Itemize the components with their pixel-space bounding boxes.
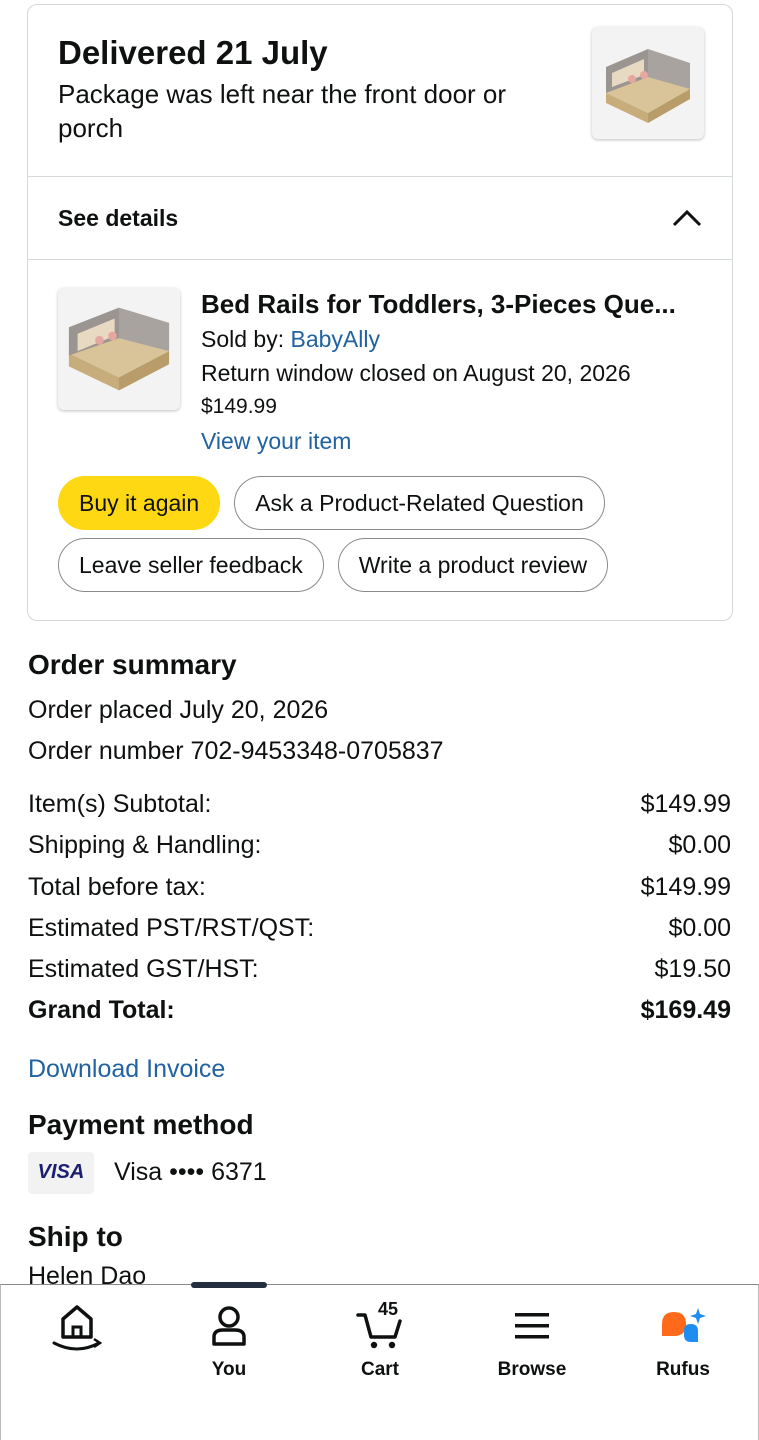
ship-to-title: Ship to: [28, 1220, 123, 1252]
bottom-nav: You 45 Cart Browse Rufus: [0, 1282, 759, 1440]
order-summary: Order summary Order placed July 20, 2026…: [28, 646, 731, 1296]
nav-cart-label: Cart: [360, 1359, 399, 1380]
row-value: $0.00: [668, 913, 731, 942]
buy-again-button[interactable]: Buy it again: [58, 476, 221, 530]
row-value: $0.00: [668, 831, 731, 860]
home-icon: [52, 1305, 103, 1351]
product-thumbnail[interactable]: [592, 27, 704, 139]
summary-row: Estimated GST/HST: $19.50: [28, 949, 731, 990]
delivery-status: Delivered 21 July Package was left near …: [28, 5, 732, 176]
sold-by: Sold by: BabyAlly: [201, 322, 702, 356]
row-label: Item(s) Subtotal:: [28, 790, 212, 818]
download-invoice-link[interactable]: Download Invoice: [28, 1052, 731, 1086]
summary-rows: Item(s) Subtotal: $149.99 Shipping & Han…: [28, 784, 731, 1032]
grand-total-value: $169.49: [640, 996, 731, 1025]
order-item-card: Delivered 21 July Package was left near …: [27, 4, 733, 621]
row-label: Total before tax:: [28, 872, 206, 901]
item-details: Bed Rails for Toddlers, 3-Pieces Que... …: [28, 260, 732, 618]
row-value: $149.99: [640, 790, 731, 818]
cart-count: 45: [378, 1299, 399, 1319]
item-price: $149.99: [201, 395, 277, 418]
seller-feedback-button[interactable]: Leave seller feedback: [58, 538, 324, 592]
view-item-link[interactable]: View your item: [201, 424, 702, 458]
sold-by-label: Sold by:: [201, 326, 291, 352]
nav-home[interactable]: [17, 1299, 137, 1359]
item-title[interactable]: Bed Rails for Toddlers, 3-Pieces Que...: [201, 286, 711, 322]
card-text: Visa •••• 6371: [114, 1158, 267, 1187]
delivery-subtitle: Package was left near the front door or …: [58, 79, 507, 143]
item-thumbnail[interactable]: [58, 288, 180, 410]
nav-rufus-label: Rufus: [656, 1359, 710, 1380]
seller-link[interactable]: BabyAlly: [291, 326, 380, 352]
row-value: $19.50: [654, 955, 731, 984]
nav-cart[interactable]: 45 Cart: [320, 1299, 440, 1381]
rufus-icon: [662, 1308, 706, 1342]
order-placed: Order placed July 20, 2026: [28, 696, 329, 724]
chevron-up-icon: [672, 209, 702, 227]
nav-you[interactable]: You: [169, 1299, 289, 1381]
grand-total-row: Grand Total: $169.49: [28, 990, 731, 1031]
summary-row: Item(s) Subtotal: $149.99: [28, 784, 731, 825]
see-details-toggle[interactable]: See details: [28, 177, 732, 259]
nav-browse-label: Browse: [497, 1359, 567, 1380]
summary-row: Total before tax: $149.99: [28, 867, 731, 908]
row-value: $149.99: [640, 872, 731, 901]
action-buttons-row-2: Leave seller feedback Write a product re…: [58, 538, 702, 592]
nav-rufus[interactable]: Rufus: [623, 1299, 743, 1381]
summary-row: Shipping & Handling: $0.00: [28, 825, 731, 866]
payment-method-title: Payment method: [28, 1108, 254, 1140]
return-window: Return window closed on August 20, 2026: [201, 360, 631, 386]
payment-method: VISA Visa •••• 6371: [28, 1151, 731, 1194]
summary-row: Estimated PST/RST/QST: $0.00: [28, 908, 731, 949]
order-number: Order number 702-9453348-0705837: [28, 737, 444, 765]
ask-question-button[interactable]: Ask a Product-Related Question: [234, 476, 605, 530]
action-buttons-row-1: Buy it again Ask a Product-Related Quest…: [58, 476, 702, 530]
row-label: Estimated PST/RST/QST:: [28, 913, 315, 942]
order-summary-title: Order summary: [28, 649, 237, 680]
see-details-label: See details: [58, 204, 179, 231]
row-label: Estimated GST/HST:: [28, 955, 259, 984]
nav-browse[interactable]: Browse: [472, 1299, 592, 1381]
person-icon: [212, 1306, 246, 1346]
write-review-button[interactable]: Write a product review: [337, 538, 609, 592]
row-label: Shipping & Handling:: [28, 831, 262, 860]
visa-logo: VISA: [28, 1151, 94, 1194]
grand-total-label: Grand Total:: [28, 996, 175, 1025]
item-info: Bed Rails for Toddlers, 3-Pieces Que... …: [201, 286, 702, 458]
active-tab-indicator: [191, 1282, 267, 1288]
nav-you-label: You: [211, 1359, 247, 1380]
menu-icon: [515, 1313, 549, 1339]
